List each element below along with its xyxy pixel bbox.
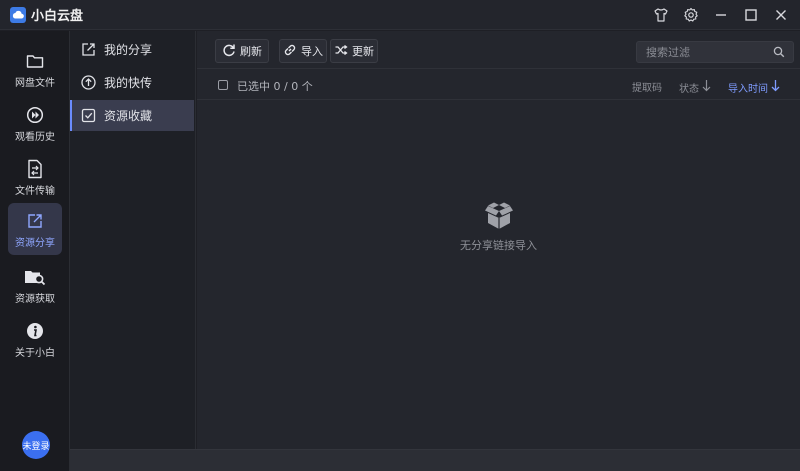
subnav-item-resource-collection[interactable]: 资源收藏	[70, 100, 194, 131]
toolbar: 刷新 导入 更新	[197, 31, 800, 69]
refresh-icon	[222, 43, 236, 60]
import-button-label: 导入	[301, 45, 323, 58]
subnav-item-label: 我的分享	[104, 43, 153, 57]
folder-icon	[24, 50, 46, 72]
column-import-time[interactable]: 导入时间	[728, 79, 780, 95]
link-icon	[283, 43, 297, 60]
rail-item-file-transfer[interactable]: 文件传输	[8, 151, 62, 203]
subnav-item-label: 我的快传	[104, 76, 153, 90]
share-box-icon	[80, 42, 96, 58]
secondary-nav: 我的分享 我的快传 资源收藏	[70, 31, 196, 449]
sort-down-icon	[771, 79, 780, 95]
avatar[interactable]: 未登录	[22, 431, 50, 459]
subnav-item-label: 资源收藏	[104, 109, 153, 123]
empty-box-icon	[483, 201, 515, 231]
minimize-icon[interactable]	[712, 6, 730, 24]
shuffle-icon	[334, 43, 348, 60]
column-label: 导入时间	[728, 83, 768, 95]
status-bar	[70, 449, 800, 471]
left-rail: 网盘文件 观看历史 文件传输 资源分享 资源获取 关于小白 未登录	[0, 31, 70, 471]
close-icon[interactable]	[772, 6, 790, 24]
rail-item-label: 文件传输	[15, 185, 55, 197]
rail-item-resource-fetch[interactable]: 资源获取	[8, 259, 62, 311]
refresh-button-label: 刷新	[240, 45, 262, 58]
rail-item-label: 关于小白	[15, 347, 55, 359]
maximize-icon[interactable]	[742, 6, 760, 24]
skin-icon[interactable]	[652, 6, 670, 24]
share-icon	[24, 210, 46, 232]
subnav-item-my-quick-transfer[interactable]: 我的快传	[70, 67, 194, 98]
info-icon	[24, 320, 46, 342]
select-all-checkbox[interactable]	[218, 80, 228, 90]
rail-item-label: 网盘文件	[15, 77, 55, 89]
import-button[interactable]: 导入	[279, 39, 327, 63]
rail-item-about[interactable]: 关于小白	[8, 313, 62, 365]
rail-item-label: 资源获取	[15, 293, 55, 305]
app-title: 小白云盘	[31, 9, 84, 24]
rail-item-resource-share[interactable]: 资源分享	[8, 203, 62, 255]
column-label: 状态	[679, 83, 699, 95]
subnav-item-my-shares[interactable]: 我的分享	[70, 34, 194, 65]
collect-icon	[80, 108, 96, 124]
search-icon[interactable]	[773, 46, 785, 58]
list-header: 已选中 0 / 0 个 提取码 状态 导入时间	[197, 70, 800, 100]
search-input[interactable]	[637, 45, 767, 59]
refresh-button[interactable]: 刷新	[215, 39, 269, 63]
play-history-icon	[24, 104, 46, 126]
empty-message: 无分享链接导入	[460, 239, 537, 252]
rail-item-watch-history[interactable]: 观看历史	[8, 97, 62, 149]
upload-circle-icon	[80, 75, 96, 91]
empty-state: 无分享链接导入	[197, 201, 800, 253]
cloud-icon	[10, 6, 26, 23]
rail-item-cloud-files[interactable]: 网盘文件	[8, 43, 62, 95]
column-status[interactable]: 状态	[679, 79, 711, 95]
rail-item-label: 观看历史	[15, 131, 55, 143]
update-button[interactable]: 更新	[330, 39, 378, 63]
column-extract-code[interactable]: 提取码	[632, 79, 662, 94]
search-box	[636, 41, 794, 63]
update-button-label: 更新	[352, 45, 374, 58]
selection-count: 已选中 0 / 0 个	[237, 80, 313, 93]
folder-search-icon	[24, 266, 46, 288]
title-bar: 小白云盘	[0, 0, 800, 30]
sort-down-icon	[702, 79, 711, 95]
column-label: 提取码	[632, 83, 662, 94]
main-panel: 刷新 导入 更新 已选中 0 / 0 个 提取码 状态	[197, 31, 800, 449]
rail-item-label: 资源分享	[15, 237, 55, 249]
file-transfer-icon	[24, 158, 46, 180]
settings-gear-icon[interactable]	[682, 6, 700, 24]
